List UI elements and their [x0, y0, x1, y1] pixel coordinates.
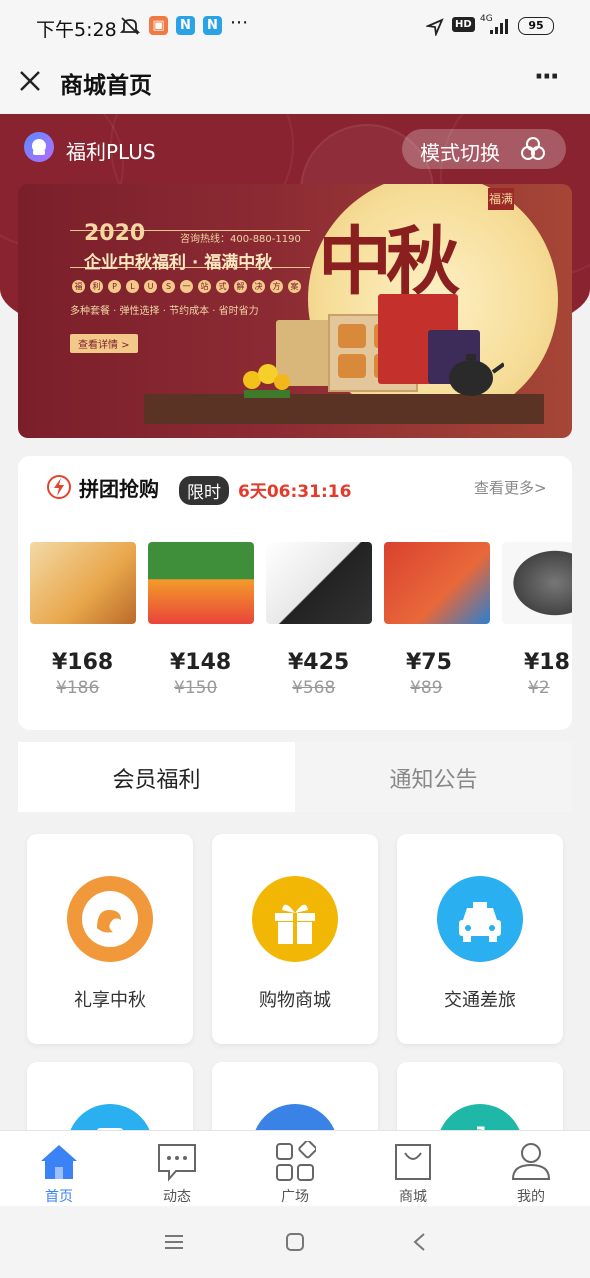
gift-icon	[252, 876, 338, 962]
teapot-graphic	[449, 354, 504, 396]
status-time: 下午5:28	[36, 19, 117, 41]
product-item[interactable]: ¥148 ¥150	[148, 542, 258, 698]
product-item[interactable]: ¥168 ¥186	[30, 542, 140, 698]
chat-icon	[158, 1144, 196, 1182]
service-label: 交通差旅	[444, 990, 516, 1011]
nav-feed[interactable]: 动态	[127, 1135, 227, 1205]
countdown-timer: 6天06:31:16	[238, 482, 352, 502]
product-old-price: ¥89	[410, 678, 443, 698]
limited-badge: 限时	[179, 476, 229, 505]
product-item[interactable]: ¥75 ¥89	[384, 542, 494, 698]
shopping-bag-icon	[395, 1144, 431, 1180]
mooncake-icon	[67, 876, 153, 962]
page-title: 商城首页	[60, 73, 152, 99]
status-bar: 下午5:28 ▣ N N ··· HD 4G 95	[0, 0, 590, 52]
banner-tagline: 多种套餐 · 弹性选择 · 节约成本 · 省时省力	[70, 306, 259, 317]
banner-hotline: 咨询热线：400-880-1190	[180, 234, 301, 245]
product-old-price: ¥186	[56, 678, 100, 698]
service-card-shopping[interactable]: 购物商城	[212, 834, 378, 1044]
view-more-link[interactable]: 查看更多>	[474, 477, 547, 498]
service-icon	[437, 1104, 523, 1130]
service-card[interactable]	[397, 1062, 563, 1130]
banner-big-text: 中秋	[318, 219, 460, 305]
service-card-travel[interactable]: 交通差旅	[397, 834, 563, 1044]
user-icon	[511, 1143, 551, 1180]
product-image	[148, 542, 254, 624]
title-bar: 商城首页 ···	[0, 52, 590, 114]
product-price: ¥18	[524, 650, 570, 675]
service-card-mid-autumn[interactable]: 礼享中秋	[27, 834, 193, 1044]
product-old-price: ¥568	[292, 678, 336, 698]
brand-name: 福利PLUS	[66, 140, 156, 164]
tab-member-benefits[interactable]: 会员福利	[18, 742, 295, 812]
service-label: 礼享中秋	[74, 990, 146, 1011]
n-app-icon: N	[176, 16, 195, 35]
product-price: ¥148	[170, 650, 232, 675]
service-card[interactable]	[212, 1062, 378, 1130]
product-image	[266, 542, 372, 624]
nav-square[interactable]: 广场	[245, 1135, 345, 1205]
group-buy-card: 拼团抢购 限时 6天06:31:16 查看更多> ¥168 ¥186 ¥148 …	[18, 456, 572, 730]
close-icon[interactable]	[18, 69, 42, 93]
mode-switch-button[interactable]: 模式切换	[402, 129, 566, 169]
nav-label: 我的	[517, 1189, 545, 1205]
more-menu-icon[interactable]: ···	[534, 62, 560, 92]
banner-year: 2020	[84, 221, 146, 246]
shop-app-icon: ▣	[149, 16, 168, 35]
product-image	[30, 542, 136, 624]
product-image	[502, 542, 572, 624]
taxi-icon	[437, 876, 523, 962]
lightning-icon	[47, 475, 71, 499]
tab-notices[interactable]: 通知公告	[295, 742, 572, 812]
menu-icon[interactable]	[164, 1234, 184, 1250]
location-icon	[426, 18, 444, 36]
mute-icon	[120, 17, 140, 35]
service-icon	[252, 1104, 338, 1130]
hd-icon: HD	[452, 17, 475, 32]
flower-graphic	[243, 364, 290, 398]
nav-mall[interactable]: 商城	[363, 1135, 463, 1205]
back-icon[interactable]	[412, 1232, 426, 1252]
service-card[interactable]	[27, 1062, 193, 1130]
nav-profile[interactable]: 我的	[481, 1135, 581, 1205]
bottom-nav: 首页 动态 广场 商城 我的	[0, 1130, 590, 1207]
signal-icon	[490, 19, 508, 34]
apps-grid-icon	[276, 1141, 316, 1181]
mode-switch-label: 模式切换	[420, 141, 500, 165]
service-icon	[67, 1104, 153, 1130]
product-item[interactable]: ¥18 ¥2	[502, 542, 572, 698]
product-item[interactable]: ¥425 ¥568	[266, 542, 376, 698]
product-image	[384, 542, 490, 624]
banner-seal: 福满	[488, 188, 514, 210]
banner-headline: 企业中秋福利 · 福满中秋	[84, 253, 273, 273]
promo-banner[interactable]: 2020 咨询热线：400-880-1190 企业中秋福利 · 福满中秋 福 利…	[18, 184, 572, 438]
brand-logo	[24, 132, 54, 162]
home-button-icon[interactable]	[286, 1233, 304, 1251]
banner-cta-button[interactable]: 查看详情 >	[70, 334, 138, 353]
nav-label: 广场	[281, 1189, 309, 1205]
product-old-price: ¥150	[174, 678, 218, 698]
product-price: ¥425	[288, 650, 350, 675]
nav-label: 动态	[163, 1189, 191, 1205]
section-tabs: 会员福利 通知公告	[18, 742, 572, 812]
n-app-icon-2: N	[203, 16, 222, 35]
product-price: ¥75	[406, 650, 452, 675]
battery-icon: 95	[518, 17, 554, 35]
product-old-price: ¥2	[528, 678, 550, 698]
nav-label: 首页	[45, 1189, 73, 1205]
system-nav-bar	[0, 1206, 590, 1278]
nav-label: 商城	[399, 1189, 427, 1205]
product-price: ¥168	[52, 650, 114, 675]
nav-home[interactable]: 首页	[9, 1135, 109, 1205]
service-label: 购物商城	[259, 990, 331, 1011]
plus-strip: 福 利 P L U S 一 站 式 解 决 方 案	[72, 280, 312, 294]
group-buy-title: 拼团抢购	[79, 477, 159, 501]
home-icon	[41, 1145, 77, 1179]
more-notifications-icon: ···	[230, 12, 249, 34]
switch-icon	[521, 137, 545, 160]
